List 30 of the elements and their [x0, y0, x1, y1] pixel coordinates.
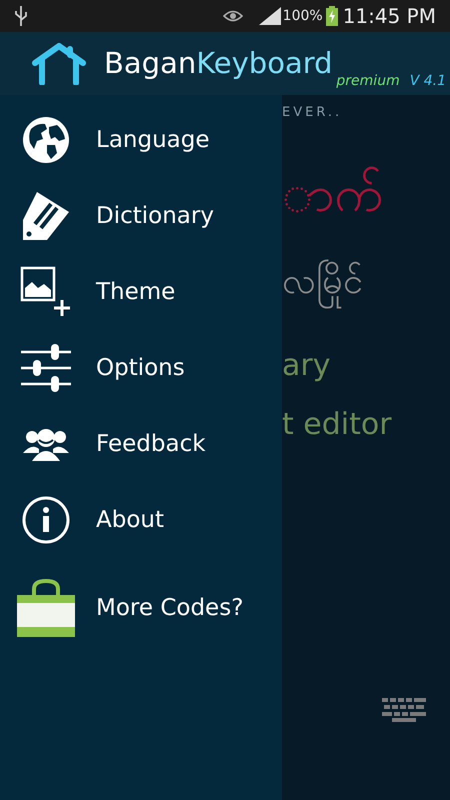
tagline: EVER..	[282, 104, 342, 122]
subheading-text: လမြိုင်	[282, 253, 363, 317]
edition-label: premium	[336, 72, 400, 91]
version-label: V 4.1	[410, 72, 446, 91]
app-title: BaganKeyboard	[104, 49, 333, 78]
feature-text: ary	[282, 346, 330, 384]
drawer-item[interactable]: Feedback	[0, 406, 282, 482]
eye-icon	[222, 9, 243, 23]
shopping-bag-icon	[16, 579, 76, 637]
drawer-item[interactable]: Dictionary	[0, 178, 282, 254]
battery-charging-icon	[326, 6, 338, 26]
drawer-item[interactable]: Theme	[0, 254, 282, 330]
clock: 11:45 PM	[342, 3, 436, 30]
tag-icon	[21, 190, 71, 242]
battery-percent: 100%	[282, 6, 323, 26]
drawer-item[interactable]: Language	[0, 102, 282, 178]
heading-text: ာက်	[282, 164, 384, 224]
people-icon	[23, 427, 69, 461]
home-icon	[32, 42, 86, 84]
usb-icon	[14, 6, 28, 26]
globe-icon	[21, 115, 71, 165]
info-icon	[22, 496, 70, 544]
signal-icon	[258, 7, 281, 25]
drawer-item[interactable]: About	[0, 482, 282, 558]
image-add-icon	[20, 266, 72, 318]
drawer-item[interactable]: Options	[0, 330, 282, 406]
feature-text: t editor	[282, 406, 392, 444]
keyboard-icon	[382, 698, 428, 722]
drawer-item[interactable]: More Codes?	[0, 558, 282, 658]
sliders-icon	[21, 343, 71, 393]
